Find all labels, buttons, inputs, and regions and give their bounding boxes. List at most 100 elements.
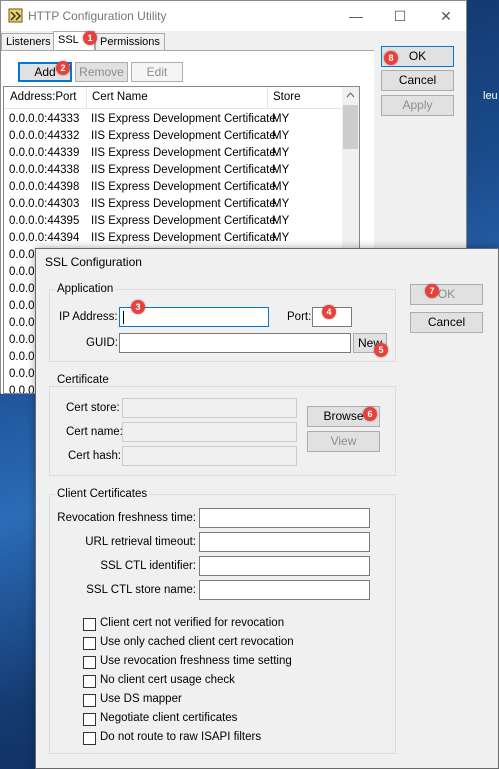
client-field-input[interactable] xyxy=(199,580,370,600)
table-row[interactable]: 0.0.0.0:44303 IIS Express Development Cer… xyxy=(4,197,344,214)
tab-listeners[interactable]: Listeners xyxy=(1,33,56,51)
cert-name-field xyxy=(122,422,297,442)
table-row[interactable]: 0.0.0.0:44338 IIS Express Development Cer… xyxy=(4,163,344,180)
annotation-badge: 3 xyxy=(131,300,145,314)
view-button[interactable]: View xyxy=(307,431,380,452)
window-title: HTTP Configuration Utility xyxy=(28,9,167,23)
option-checkbox[interactable] xyxy=(83,732,96,745)
cert-hash-field xyxy=(122,446,297,466)
option-checkbox[interactable] xyxy=(83,694,96,707)
cert-hash-label: Cert hash: xyxy=(68,450,122,462)
tab-label: SSL xyxy=(58,34,79,46)
guid-input[interactable] xyxy=(119,333,351,353)
desktop-edge-text: leu xyxy=(483,90,498,102)
application-legend: Application xyxy=(55,283,116,295)
cell-cert: IIS Express Development Certificate xyxy=(91,232,276,244)
maximize-button[interactable]: ☐ xyxy=(385,5,415,27)
cell-address: 0.0.0.0:44303 xyxy=(9,198,80,210)
annotation-badge: 1 xyxy=(83,31,97,45)
edit-button[interactable]: Edit xyxy=(131,62,183,82)
client-field-label: SSL CTL identifier: xyxy=(100,560,196,572)
cell-address: 0.0.0.0:44338 xyxy=(9,164,80,176)
option-checkbox[interactable] xyxy=(83,637,96,650)
table-row[interactable]: 0.0.0.0:44333 IIS Express Development Cer… xyxy=(4,112,344,129)
close-button[interactable]: ✕ xyxy=(431,5,461,27)
tab-label: Permissions xyxy=(100,36,160,48)
ip-address-label: IP Address: xyxy=(59,311,118,323)
app-icon xyxy=(8,8,23,23)
column-header-address[interactable]: Address:Port xyxy=(10,91,76,103)
column-header-store[interactable]: Store xyxy=(273,91,301,103)
apply-button[interactable]: Apply xyxy=(381,95,454,116)
annotation-badge: 5 xyxy=(374,343,388,357)
cell-address: 0.0.0.0:44394 xyxy=(9,232,80,244)
cell-store: MY xyxy=(272,130,290,142)
remove-button[interactable]: Remove xyxy=(75,62,128,82)
option-label[interactable]: Do not route to raw ISAPI filters xyxy=(100,731,261,743)
cell-store: MY xyxy=(272,164,290,176)
cell-cert: IIS Express Development Certificate xyxy=(91,113,276,125)
certificate-legend: Certificate xyxy=(55,374,111,386)
table-row[interactable]: 0.0.0.0:44394 IIS Express Development Cer… xyxy=(4,231,344,248)
cell-address: 0.0.0.0:44332 xyxy=(9,130,80,142)
tab-permissions[interactable]: Permissions xyxy=(95,33,165,51)
guid-label: GUID: xyxy=(86,337,118,349)
option-label[interactable]: Use revocation freshness time setting xyxy=(100,655,292,667)
dialog-title: SSL Configuration xyxy=(45,255,142,269)
cert-store-label: Cert store: xyxy=(66,402,120,414)
cell-cert: IIS Express Development Certificate xyxy=(91,147,276,159)
title-bar[interactable]: HTTP Configuration Utility — ☐ ✕ xyxy=(1,1,466,31)
annotation-badge: 8 xyxy=(384,51,398,65)
cell-address: 0.0.0.0:44398 xyxy=(9,181,80,193)
client-field-input[interactable] xyxy=(199,532,370,552)
list-header: Address:Port Cert Name Store xyxy=(4,87,344,109)
cell-cert: IIS Express Development Certificate xyxy=(91,215,276,227)
client-field-label: URL retrieval timeout: xyxy=(85,536,196,548)
client-field-input[interactable] xyxy=(199,508,370,528)
scroll-thumb[interactable] xyxy=(343,105,358,149)
option-label[interactable]: Use only cached client cert revocation xyxy=(100,636,294,648)
column-divider[interactable] xyxy=(267,87,268,109)
cell-address: 0.0.0.0:44339 xyxy=(9,147,80,159)
column-header-cert-name[interactable]: Cert Name xyxy=(92,91,148,103)
cell-store: MY xyxy=(272,232,290,244)
column-divider[interactable] xyxy=(86,87,87,109)
option-checkbox[interactable] xyxy=(83,675,96,688)
option-label[interactable]: Use DS mapper xyxy=(100,693,182,705)
cancel-button[interactable]: Cancel xyxy=(381,70,454,91)
table-row[interactable]: 0.0.0.0:44332 IIS Express Development Cer… xyxy=(4,129,344,146)
option-checkbox[interactable] xyxy=(83,618,96,631)
table-row[interactable]: 0.0.0.0:44398 IIS Express Development Cer… xyxy=(4,180,344,197)
option-checkbox[interactable] xyxy=(83,656,96,669)
text-caret xyxy=(123,311,124,324)
option-label[interactable]: Client cert not verified for revocation xyxy=(100,617,284,629)
option-label[interactable]: No client cert usage check xyxy=(100,674,235,686)
option-checkbox[interactable] xyxy=(83,713,96,726)
scroll-up-icon[interactable] xyxy=(342,87,359,104)
cell-store: MY xyxy=(272,198,290,210)
cell-store: MY xyxy=(272,113,290,125)
table-row[interactable]: 0.0.0.0:44339 IIS Express Development Cer… xyxy=(4,146,344,163)
client-field-input[interactable] xyxy=(199,556,370,576)
client-certificates-legend: Client Certificates xyxy=(55,488,150,500)
cell-cert: IIS Express Development Certificate xyxy=(91,164,276,176)
cell-store: MY xyxy=(272,181,290,193)
cert-store-field xyxy=(122,398,297,418)
cert-name-label: Cert name: xyxy=(66,426,123,438)
option-label[interactable]: Negotiate client certificates xyxy=(100,712,237,724)
tab-label: Listeners xyxy=(6,36,51,48)
cell-cert: IIS Express Development Certificate xyxy=(91,181,276,193)
cell-store: MY xyxy=(272,215,290,227)
cell-cert: IIS Express Development Certificate xyxy=(91,130,276,142)
client-field-label: Revocation freshness time: xyxy=(57,512,196,524)
dialog-cancel-button[interactable]: Cancel xyxy=(410,312,483,333)
cell-address: 0.0.0.0:44333 xyxy=(9,113,80,125)
minimize-button[interactable]: — xyxy=(341,5,371,27)
cell-address: 0.0.0.0:44395 xyxy=(9,215,80,227)
dialog-ok-button[interactable]: OK xyxy=(410,284,483,305)
table-row[interactable]: 0.0.0.0:44395 IIS Express Development Cer… xyxy=(4,214,344,231)
ssl-configuration-dialog: SSL Configuration OK Cancel Application … xyxy=(35,248,499,769)
annotation-badge: 6 xyxy=(363,407,377,421)
annotation-badge: 4 xyxy=(322,305,336,319)
annotation-badge: 7 xyxy=(425,284,439,298)
